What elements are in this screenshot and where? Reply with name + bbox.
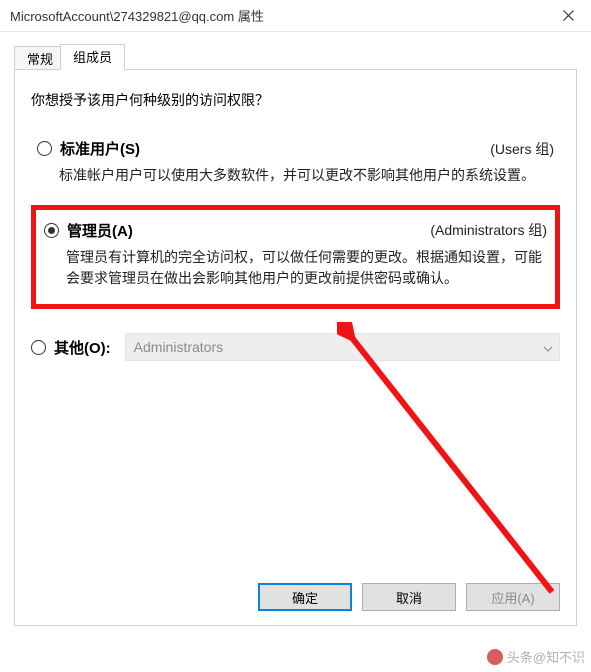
apply-button[interactable]: 应用(A) <box>466 583 560 611</box>
radio-other[interactable] <box>31 340 46 355</box>
option-standard-label: 标准用户(S) <box>60 138 140 159</box>
button-bar: 确定 取消 应用(A) <box>258 583 560 611</box>
titlebar: MicrosoftAccount\274329821@qq.com 属性 <box>0 0 591 32</box>
close-icon <box>563 10 574 21</box>
option-standard-group: (Users 组) <box>490 139 554 159</box>
close-button[interactable] <box>545 0 591 32</box>
tab-general[interactable]: 常规 <box>14 46 66 70</box>
option-standard-desc: 标准帐户用户可以使用大多数软件，并可以更改不影响其他用户的系统设置。 <box>59 165 554 187</box>
watermark-icon <box>487 649 503 665</box>
radio-standard[interactable] <box>37 141 52 156</box>
option-other-label: 其他(O): <box>54 337 111 358</box>
window-title: MicrosoftAccount\274329821@qq.com 属性 <box>10 6 264 25</box>
option-admin-group: (Administrators 组) <box>430 220 547 240</box>
option-admin-label: 管理员(A) <box>67 220 133 241</box>
ok-button[interactable]: 确定 <box>258 583 352 611</box>
tabstrip: 常规 组成员 <box>14 44 577 70</box>
option-standard[interactable]: 标准用户(S) (Users 组) 标准帐户用户可以使用大多数软件，并可以更改不… <box>31 134 560 195</box>
option-other[interactable]: 其他(O): Administrators <box>31 333 560 361</box>
access-level-prompt: 你想授予该用户何种级别的访问权限？ <box>31 90 560 110</box>
tab-content: 你想授予该用户何种级别的访问权限？ 标准用户(S) (Users 组) 标准帐户… <box>14 70 577 626</box>
highlight-box: 管理员(A) (Administrators 组) 管理员有计算机的完全访问权，… <box>31 205 560 309</box>
chevron-down-icon <box>543 334 553 360</box>
group-combobox[interactable]: Administrators <box>125 333 560 361</box>
radio-admin[interactable] <box>44 223 59 238</box>
option-admin[interactable]: 管理员(A) (Administrators 组) 管理员有计算机的完全访问权，… <box>44 220 547 290</box>
tab-membership[interactable]: 组成员 <box>60 44 125 70</box>
cancel-button[interactable]: 取消 <box>362 583 456 611</box>
option-admin-desc: 管理员有计算机的完全访问权，可以做任何需要的更改。根据通知设置，可能会要求管理员… <box>66 247 547 290</box>
group-combobox-value: Administrators <box>134 339 223 355</box>
watermark-text: 头条@知不识 <box>507 647 585 666</box>
watermark: 头条@知不识 <box>487 647 585 666</box>
